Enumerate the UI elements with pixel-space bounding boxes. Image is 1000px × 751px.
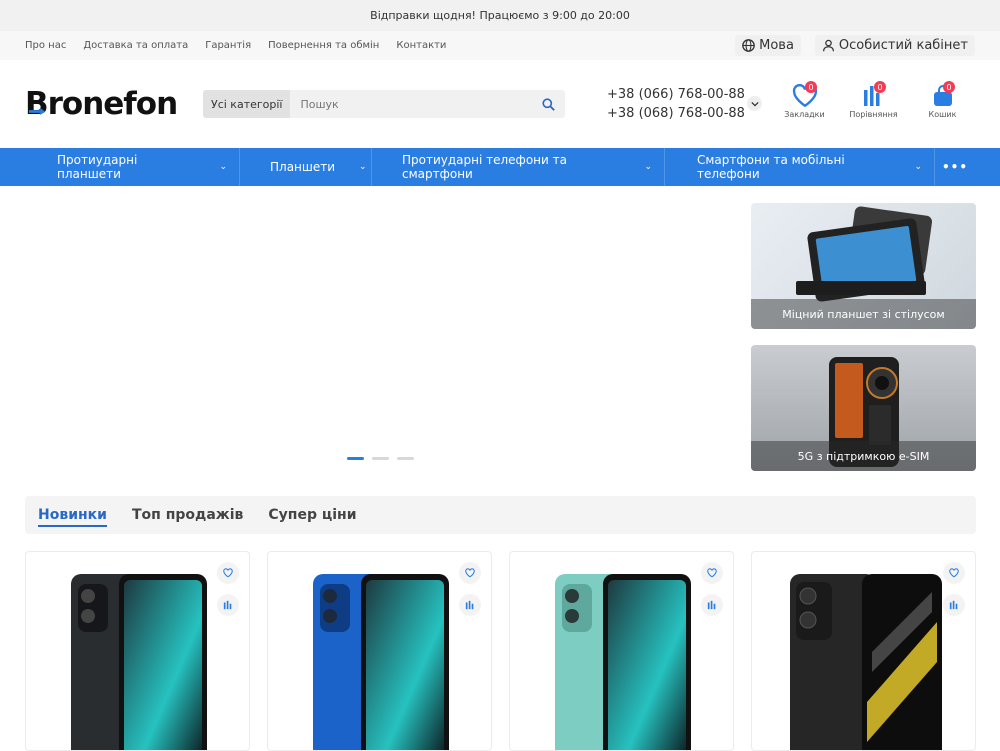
- globe-icon: [742, 39, 755, 52]
- nav-more-button[interactable]: •••: [935, 160, 975, 174]
- product-image: [790, 574, 942, 750]
- product-card[interactable]: [267, 551, 492, 751]
- compare-button[interactable]: 0 Порівняння: [849, 81, 898, 119]
- heart-icon: [949, 568, 959, 578]
- nav-item-rugged-phones[interactable]: Протиударні телефони та смартфони ⌄: [372, 148, 665, 186]
- cart-badge: 0: [943, 81, 955, 93]
- chevron-down-icon: ⌄: [914, 162, 922, 172]
- search-input[interactable]: [290, 97, 531, 111]
- language-button[interactable]: Мова: [735, 35, 801, 56]
- add-to-compare-button[interactable]: [943, 594, 965, 616]
- add-to-wishlist-button[interactable]: [459, 562, 481, 584]
- tab-new[interactable]: Новинки: [38, 507, 107, 527]
- slider-dots: [347, 457, 414, 460]
- cart-label: Кошик: [928, 110, 957, 119]
- add-to-wishlist-button[interactable]: [217, 562, 239, 584]
- banner-tablet[interactable]: Міцний планшет зі стілусом: [751, 203, 976, 329]
- phones-dropdown-button[interactable]: [747, 96, 762, 111]
- search-bar: Усі категорії: [203, 90, 565, 118]
- product-image: [555, 574, 691, 750]
- chevron-down-icon: ⌄: [219, 162, 227, 172]
- account-label: Особистий кабінет: [838, 38, 968, 53]
- info-links: Про нас Доставка та оплата Гарантія Пове…: [25, 40, 446, 51]
- logo[interactable]: Bronefon: [25, 86, 203, 122]
- hero-slider[interactable]: [25, 203, 725, 473]
- wishlist-button[interactable]: 0 Закладки: [782, 81, 827, 119]
- link-about[interactable]: Про нас: [25, 40, 66, 51]
- heart-icon: [707, 568, 717, 578]
- product-grid: [25, 551, 976, 751]
- compare-icon: [707, 600, 716, 610]
- user-icon: [822, 39, 834, 52]
- tab-bestsellers[interactable]: Топ продажів: [132, 507, 243, 523]
- product-card[interactable]: [509, 551, 734, 751]
- slider-dot-3[interactable]: [397, 457, 414, 460]
- add-to-wishlist-button[interactable]: [701, 562, 723, 584]
- info-right: Мова Особистий кабінет: [735, 35, 975, 56]
- phone-numbers: +38 (066) 768-00-88 +38 (068) 768-00-88: [607, 85, 745, 123]
- announcement-text: Відправки щодня! Працюємо з 9:00 до 20:0…: [370, 9, 630, 22]
- language-label: Мова: [759, 38, 794, 53]
- nav-label: Протиударні телефони та смартфони: [402, 153, 567, 181]
- wishlist-badge: 0: [805, 81, 817, 93]
- phone-2[interactable]: +38 (068) 768-00-88: [607, 104, 745, 123]
- product-image: [313, 574, 449, 750]
- search-category-select[interactable]: Усі категорії: [203, 90, 291, 118]
- nav-label: Смартфони та мобільні телефони: [697, 153, 845, 181]
- nav-label: Протиударні планшети: [57, 153, 138, 181]
- heart-icon: [465, 568, 475, 578]
- banner-phone[interactable]: 5G з підтримкою e-SIM: [751, 345, 976, 471]
- add-to-compare-button[interactable]: [701, 594, 723, 616]
- wishlist-label: Закладки: [784, 110, 825, 119]
- compare-badge: 0: [874, 81, 886, 93]
- product-card[interactable]: [25, 551, 250, 751]
- nav-label: Планшети: [270, 160, 336, 174]
- info-bar: Про нас Доставка та оплата Гарантія Пове…: [0, 31, 1000, 60]
- announcement-bar: Відправки щодня! Працюємо з 9:00 до 20:0…: [0, 0, 1000, 31]
- nav-item-tablets[interactable]: Планшети ⌄: [240, 148, 372, 186]
- logo-text: Bronefon: [25, 86, 178, 122]
- banner-caption: Міцний планшет зі стілусом: [751, 299, 976, 329]
- phone-1[interactable]: +38 (066) 768-00-88: [607, 85, 745, 104]
- slider-dot-1[interactable]: [347, 457, 364, 460]
- banner-caption: 5G з підтримкою e-SIM: [751, 441, 976, 471]
- nav-item-smartphones[interactable]: Смартфони та мобільні телефони ⌄: [665, 148, 935, 186]
- header: Bronefon Усі категорії +38 (066) 768-00-…: [0, 60, 1000, 148]
- link-delivery[interactable]: Доставка та оплата: [83, 40, 188, 51]
- header-actions: 0 Закладки 0 Порівняння 0 Кошик: [782, 81, 965, 119]
- add-to-compare-button[interactable]: [217, 594, 239, 616]
- account-button[interactable]: Особистий кабінет: [814, 35, 975, 56]
- chevron-down-icon: ⌄: [644, 162, 652, 172]
- link-returns[interactable]: Повернення та обмін: [268, 40, 379, 51]
- compare-icon: [465, 600, 474, 610]
- product-tabs: Новинки Топ продажів Супер ціни: [25, 496, 976, 534]
- chevron-down-icon: [750, 101, 759, 106]
- search-icon: [541, 97, 555, 111]
- add-to-wishlist-button[interactable]: [943, 562, 965, 584]
- tab-super-prices[interactable]: Супер ціни: [268, 507, 356, 523]
- link-warranty[interactable]: Гарантія: [205, 40, 251, 51]
- heart-icon: [223, 568, 233, 578]
- compare-icon: [223, 600, 232, 610]
- cart-button[interactable]: 0 Кошик: [920, 81, 965, 119]
- compare-label: Порівняння: [849, 110, 898, 119]
- product-card[interactable]: [751, 551, 976, 751]
- main-nav: Протиударні планшети ⌄ Планшети ⌄ Протиуда…: [0, 148, 1000, 186]
- add-to-compare-button[interactable]: [459, 594, 481, 616]
- chevron-down-icon: ⌄: [359, 162, 367, 172]
- search-button[interactable]: [531, 97, 565, 111]
- product-image: [71, 574, 207, 750]
- link-contacts[interactable]: Контакти: [396, 40, 446, 51]
- compare-icon: [949, 600, 958, 610]
- slider-dot-2[interactable]: [372, 457, 389, 460]
- nav-item-rugged-tablets[interactable]: Протиударні планшети ⌄: [25, 148, 240, 186]
